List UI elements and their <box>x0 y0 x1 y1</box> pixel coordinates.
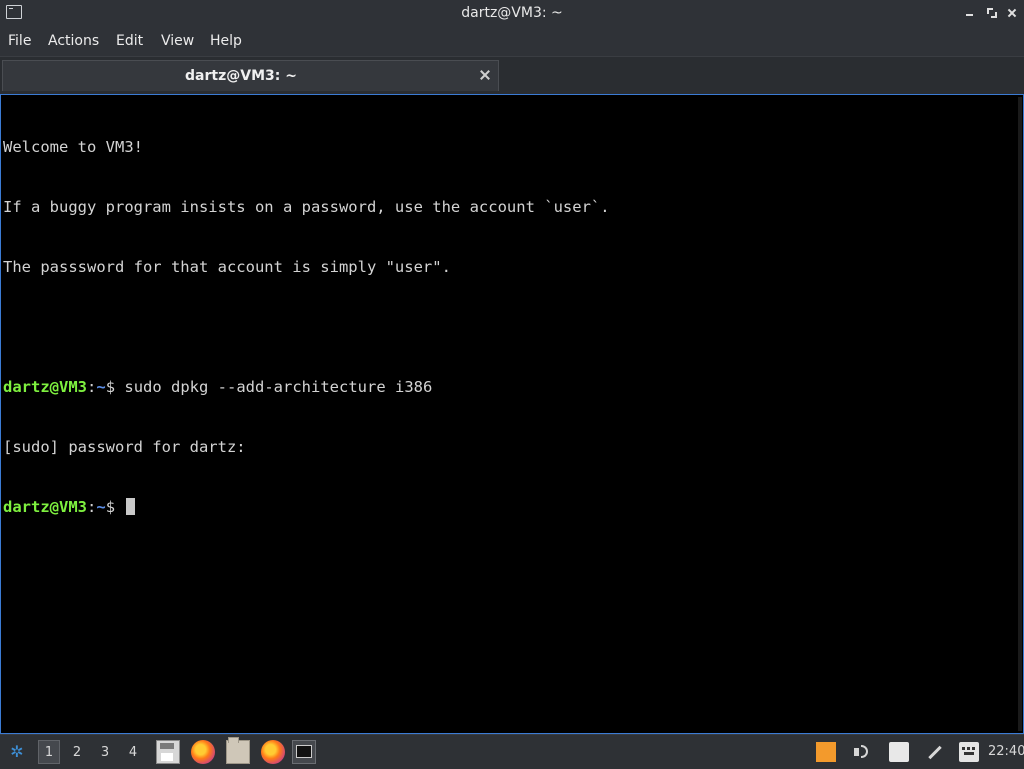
clock[interactable]: 22:40 <box>988 744 1024 759</box>
workspace-4[interactable]: 4 <box>122 740 144 764</box>
prompt-path: ~ <box>96 498 106 516</box>
prompt-separator: : <box>87 498 97 516</box>
workspace-2[interactable]: 2 <box>66 740 88 764</box>
command-line: dartz@VM3:~$ sudo dpkg --add-architectur… <box>3 377 1017 397</box>
tab-bar: dartz@VM3: ~ <box>0 56 1024 94</box>
terminal-scrollbar[interactable] <box>1018 97 1022 731</box>
close-icon[interactable] <box>1005 6 1019 20</box>
window-title: dartz@VM3: ~ <box>461 5 563 21</box>
keyboard-icon[interactable] <box>959 742 979 762</box>
prompt-path: ~ <box>96 378 106 396</box>
menu-view[interactable]: View <box>161 33 194 49</box>
sudo-prompt-line: [sudo] password for dartz: <box>3 438 246 456</box>
start-menu-icon[interactable]: ✲ <box>8 743 26 761</box>
menu-help[interactable]: Help <box>210 33 242 49</box>
terminal-line: The passsword for that account is simply… <box>3 258 451 276</box>
command-text: sudo dpkg --add-architecture i386 <box>124 378 433 396</box>
maximize-icon[interactable] <box>985 6 999 20</box>
workspace-1[interactable]: 1 <box>38 740 60 764</box>
text-cursor <box>126 498 136 515</box>
pen-icon[interactable] <box>925 742 945 762</box>
tab-terminal[interactable]: dartz@VM3: ~ <box>2 60 499 91</box>
terminal-line: Welcome to VM3! <box>3 138 143 156</box>
prompt-user: dartz@VM3 <box>3 378 87 396</box>
prompt-symbol: $ <box>105 378 125 396</box>
prompt-separator: : <box>87 378 97 396</box>
menu-actions[interactable]: Actions <box>48 33 99 49</box>
file-manager-icon[interactable] <box>226 737 250 764</box>
prompt-symbol: $ <box>105 498 125 516</box>
color-picker-icon[interactable] <box>816 742 836 762</box>
terminal-screen-icon <box>296 745 312 758</box>
terminal-view[interactable]: Welcome to VM3! If a buggy program insis… <box>0 94 1024 734</box>
menu-file[interactable]: File <box>8 33 31 49</box>
menu-bar: File Actions Edit View Help <box>0 27 1024 56</box>
firefox-icon[interactable] <box>261 740 285 764</box>
terminal-line: If a buggy program insists on a password… <box>3 198 610 216</box>
tab-close-icon[interactable] <box>479 69 491 81</box>
save-icon[interactable] <box>156 740 180 764</box>
terminal-icon[interactable] <box>292 740 316 764</box>
window-titlebar[interactable]: dartz@VM3: ~ <box>0 0 1024 27</box>
firefox-icon[interactable] <box>191 740 215 764</box>
taskbar: ✲ 1 2 3 4 22:40 <box>0 734 1024 769</box>
volume-icon[interactable] <box>852 742 872 762</box>
clipboard-icon[interactable] <box>889 742 909 762</box>
current-prompt-line[interactable]: dartz@VM3:~$ <box>3 497 1017 517</box>
minimize-icon[interactable] <box>963 6 977 20</box>
workspace-3[interactable]: 3 <box>94 740 116 764</box>
terminal-output: Welcome to VM3! If a buggy program insis… <box>3 97 1017 557</box>
menu-edit[interactable]: Edit <box>116 33 143 49</box>
prompt-user: dartz@VM3 <box>3 498 87 516</box>
tab-label: dartz@VM3: ~ <box>185 68 297 84</box>
